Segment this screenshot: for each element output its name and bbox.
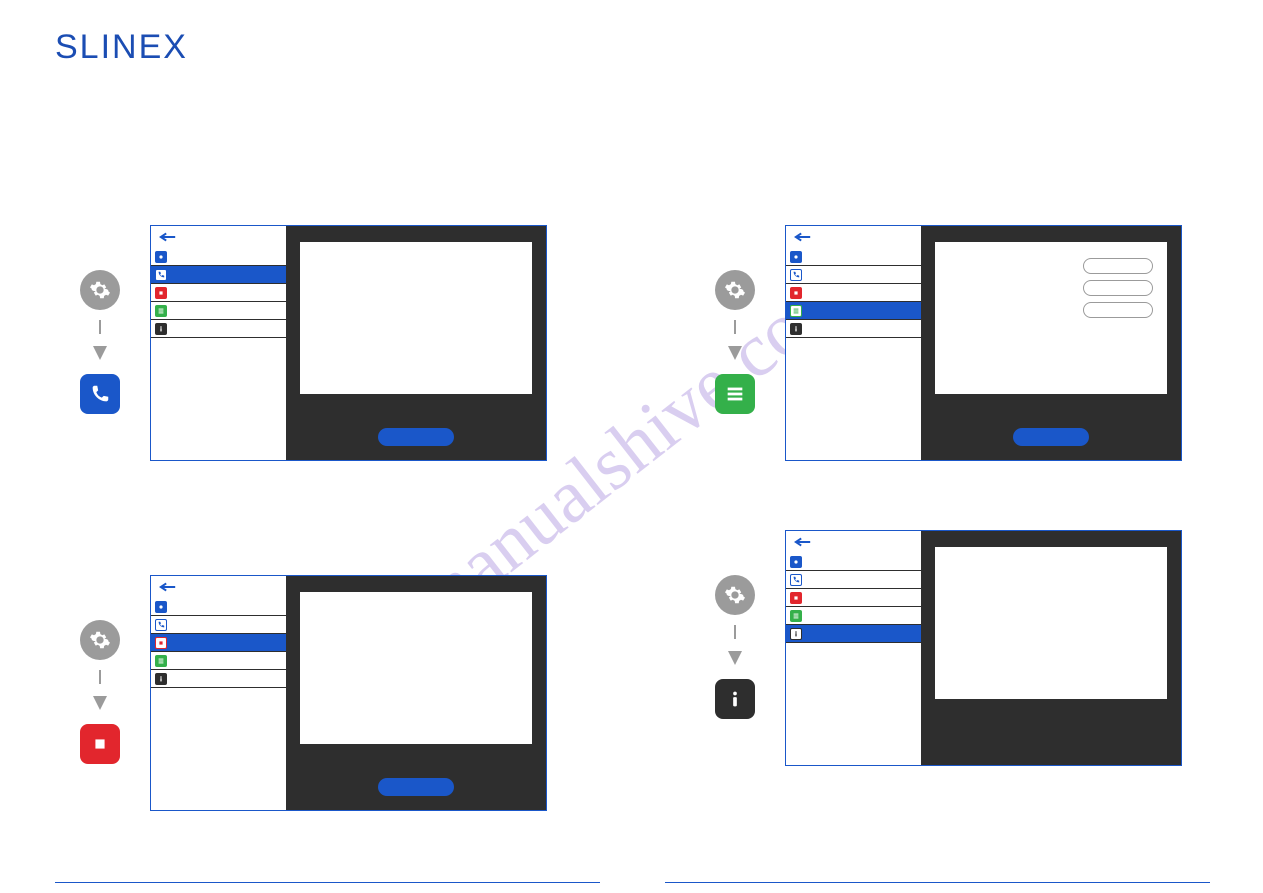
- menu-item-record[interactable]: [151, 634, 286, 652]
- menu-column: [786, 531, 921, 765]
- phone-icon: [80, 374, 120, 414]
- nav-sequence: [715, 270, 755, 414]
- down-arrow-icon: [93, 696, 107, 710]
- menu-item-call[interactable]: [151, 616, 286, 634]
- screen-area: [286, 576, 546, 810]
- menu-item-info[interactable]: [786, 320, 921, 338]
- nav-sequence: [80, 270, 120, 414]
- down-arrow-icon: [728, 651, 742, 665]
- screen-content: [300, 242, 532, 394]
- arrow-stem: [99, 320, 101, 334]
- info-mini-icon: [155, 673, 167, 685]
- device-panel: [785, 225, 1182, 461]
- divider-left: [55, 882, 600, 883]
- menu-item-record[interactable]: [786, 284, 921, 302]
- phone-mini-icon: [155, 619, 167, 631]
- down-arrow-icon: [728, 346, 742, 360]
- screen-content: [935, 547, 1167, 699]
- phone-mini-icon: [155, 269, 167, 281]
- gear-mini-icon: [155, 251, 167, 263]
- option-pill[interactable]: [1083, 280, 1153, 296]
- menu-item-info[interactable]: [151, 320, 286, 338]
- stop-icon: [80, 724, 120, 764]
- option-pills: [1083, 252, 1153, 324]
- menu-item-settings[interactable]: [786, 248, 921, 266]
- home-button[interactable]: [378, 778, 454, 796]
- menu-item-call[interactable]: [786, 571, 921, 589]
- device-panel: [150, 575, 547, 811]
- menu-item-settings[interactable]: [786, 553, 921, 571]
- list-mini-icon: [790, 610, 802, 622]
- phone-mini-icon: [790, 269, 802, 281]
- menu-item-settings[interactable]: [151, 248, 286, 266]
- back-button[interactable]: [151, 226, 286, 248]
- back-button[interactable]: [786, 226, 921, 248]
- gear-icon: [715, 575, 755, 615]
- arrow-stem: [734, 320, 736, 334]
- menu-item-record[interactable]: [786, 589, 921, 607]
- gear-icon: [80, 270, 120, 310]
- nav-sequence: [80, 620, 120, 764]
- menu-item-list[interactable]: [786, 607, 921, 625]
- screen-area: [921, 226, 1181, 460]
- stop-mini-icon: [790, 287, 802, 299]
- back-button[interactable]: [786, 531, 921, 553]
- back-button[interactable]: [151, 576, 286, 598]
- option-pill[interactable]: [1083, 302, 1153, 318]
- menu-column: [151, 226, 286, 460]
- menu-item-info[interactable]: [786, 625, 921, 643]
- divider-right: [665, 882, 1210, 883]
- arrow-stem: [734, 625, 736, 639]
- menu-item-record[interactable]: [151, 284, 286, 302]
- home-button[interactable]: [378, 428, 454, 446]
- arrow-stem: [99, 670, 101, 684]
- brand-logo: SLINEX: [55, 28, 188, 67]
- info-icon: [715, 679, 755, 719]
- screen-area: [921, 531, 1181, 765]
- menu-item-call[interactable]: [151, 266, 286, 284]
- menu-item-list[interactable]: [151, 652, 286, 670]
- device-panel: [150, 225, 547, 461]
- nav-sequence: [715, 575, 755, 719]
- menu-item-settings[interactable]: [151, 598, 286, 616]
- menu-item-call[interactable]: [786, 266, 921, 284]
- device-panel: [785, 530, 1182, 766]
- option-pill[interactable]: [1083, 258, 1153, 274]
- menu-item-list[interactable]: [786, 302, 921, 320]
- menu-item-list[interactable]: [151, 302, 286, 320]
- info-mini-icon: [790, 628, 802, 640]
- screen-content: [935, 242, 1167, 394]
- gear-icon: [80, 620, 120, 660]
- stop-mini-icon: [790, 592, 802, 604]
- stop-mini-icon: [155, 637, 167, 649]
- gear-icon: [715, 270, 755, 310]
- gear-mini-icon: [790, 556, 802, 568]
- list-icon: [715, 374, 755, 414]
- list-mini-icon: [155, 305, 167, 317]
- screen-content: [300, 592, 532, 744]
- list-mini-icon: [790, 305, 802, 317]
- menu-column: [786, 226, 921, 460]
- home-button[interactable]: [1013, 428, 1089, 446]
- list-mini-icon: [155, 655, 167, 667]
- stop-mini-icon: [155, 287, 167, 299]
- down-arrow-icon: [93, 346, 107, 360]
- phone-mini-icon: [790, 574, 802, 586]
- gear-mini-icon: [155, 601, 167, 613]
- menu-column: [151, 576, 286, 810]
- menu-item-info[interactable]: [151, 670, 286, 688]
- screen-area: [286, 226, 546, 460]
- info-mini-icon: [790, 323, 802, 335]
- gear-mini-icon: [790, 251, 802, 263]
- info-mini-icon: [155, 323, 167, 335]
